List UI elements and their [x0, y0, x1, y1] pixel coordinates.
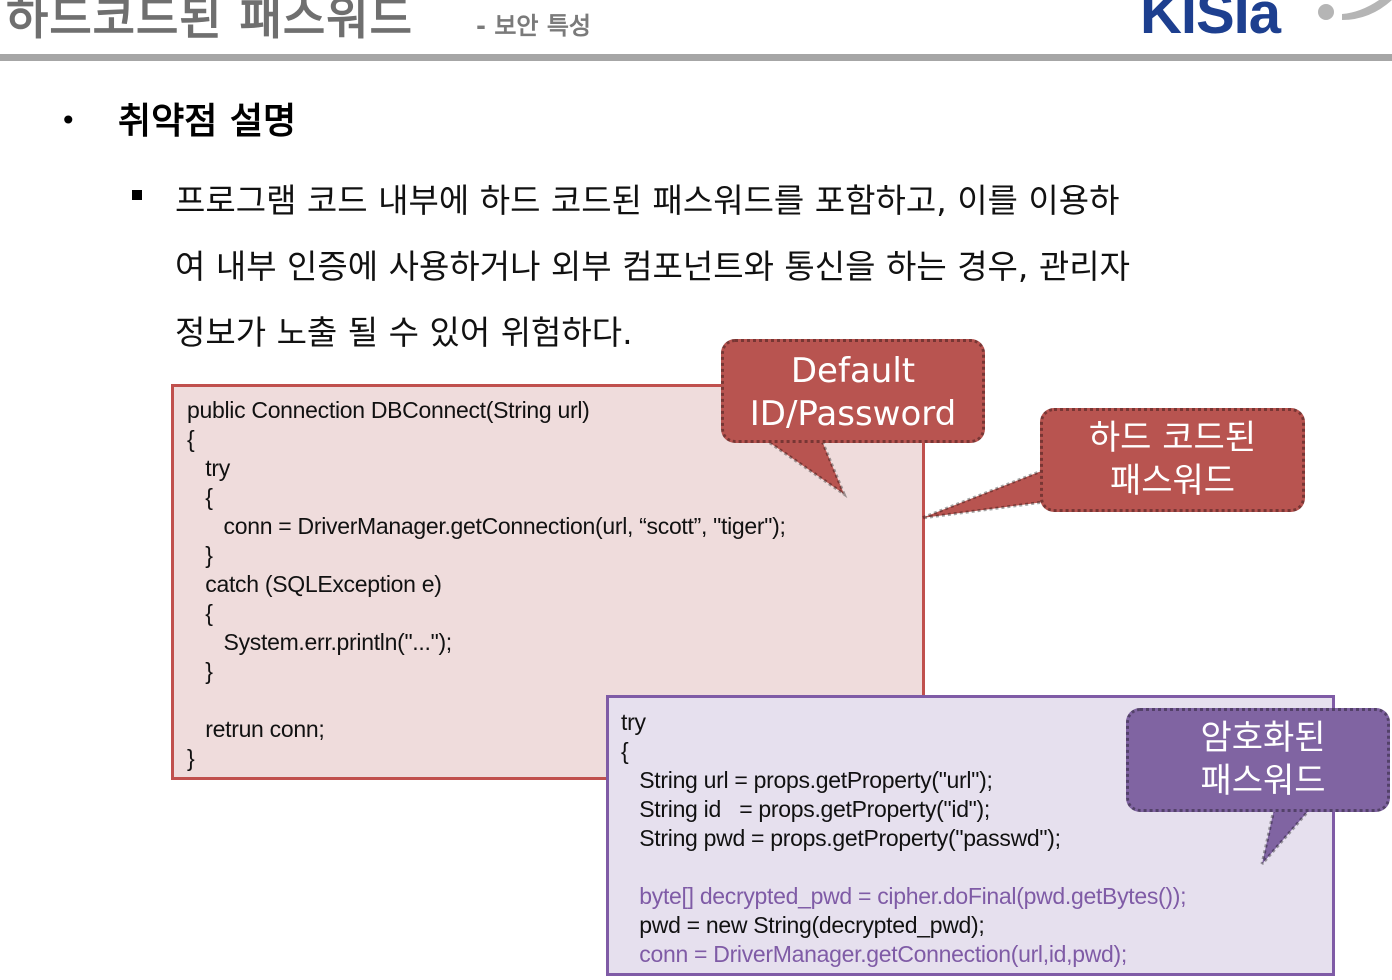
code-line: catch (SQLException e) — [187, 571, 442, 597]
callout-line: 암호화된 — [1200, 718, 1326, 758]
code-line: pwd = new String(decrypted_pwd); — [621, 912, 985, 938]
callout-line: 하드 코드된 — [1088, 418, 1257, 458]
hardcoded-password-callout: 하드 코드된 패스워드 — [1040, 408, 1305, 512]
callout-tail-default — [755, 434, 848, 499]
code-line: String url = props.getProperty("url"); — [621, 767, 993, 793]
code-line: { — [187, 426, 195, 452]
code-line: public Connection DBConnect(String url) — [187, 397, 590, 423]
safe-code-block: try { String url = props.getProperty("url… — [621, 708, 1187, 969]
code-line-highlighted: conn = DriverManager.getConnection(url,i… — [621, 941, 1127, 967]
square-bullet-icon — [132, 190, 142, 200]
logo-swoosh-icon — [1318, 0, 1392, 20]
callout-line: 패스워드 — [1109, 461, 1236, 501]
description-line: 여 내부 인증에 사용하거나 외부 컴포넌트와 통신을 하는 경우, 관리자 — [175, 247, 1130, 286]
callout-tail-hardcoded — [921, 467, 1046, 520]
code-line: try — [187, 455, 230, 481]
callout-line: Default — [790, 351, 916, 391]
encrypted-password-callout: 암호화된 패스워드 — [1126, 708, 1390, 812]
code-line: { — [187, 484, 213, 510]
code-line: conn = DriverManager.getConnection(url, … — [187, 513, 786, 539]
code-line: String pwd = props.getProperty("passwd")… — [621, 825, 1061, 851]
bullet-dot-icon: • — [60, 104, 77, 137]
code-line: { — [187, 600, 213, 626]
code-line: ​ — [621, 853, 1186, 882]
callout-line: ID/Password — [749, 394, 957, 434]
code-line: } — [187, 658, 213, 684]
code-line-highlighted: byte[] decrypted_pwd = cipher.doFinal(pw… — [621, 883, 1187, 909]
code-line: try — [621, 709, 646, 735]
description-paragraph: 프로그램 코드 내부에 하드 코드된 패스워드를 포함하고, 이를 이용하 여 … — [175, 168, 1335, 366]
code-line: { — [621, 738, 629, 764]
slide-header: 하드코드된 패스워드 - 보안 특성 KISIa — [0, 0, 1392, 62]
kisa-logo: KISIa — [1140, 0, 1281, 46]
callout-line: 패스워드 — [1200, 761, 1326, 801]
code-line: System.err.println("..."); — [187, 629, 453, 655]
slide-title: 하드코드된 패스워드 — [6, 0, 413, 45]
slide-subtitle: - 보안 특성 — [476, 12, 591, 40]
code-line: } — [187, 542, 213, 568]
default-credentials-callout: Default ID/Password — [721, 339, 985, 443]
header-divider — [0, 54, 1392, 61]
code-line: String id = props.getProperty("id"); — [621, 796, 990, 822]
description-line: 프로그램 코드 내부에 하드 코드된 패스워드를 포함하고, 이를 이용하 — [175, 181, 1120, 220]
section-heading: 취약점 설명 — [118, 101, 297, 142]
